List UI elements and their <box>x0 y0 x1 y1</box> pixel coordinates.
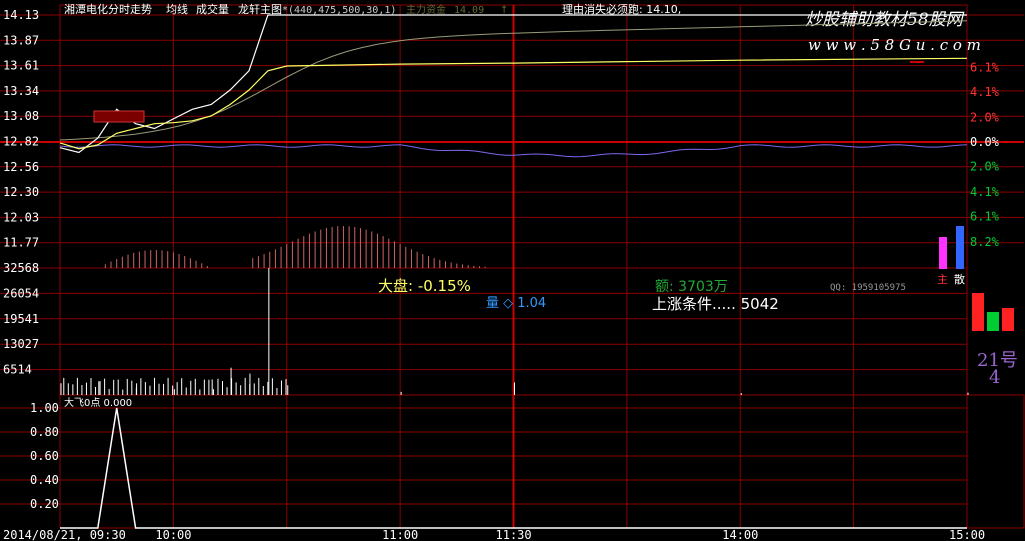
arrow-indicator: ↑ <box>500 5 508 16</box>
volume-axis: 32568 26054 19541 13027 6514 <box>3 261 39 377</box>
price-tick-label: 13.61 <box>3 59 39 73</box>
qty-text: 量 ◇ 1.04 <box>486 296 546 311</box>
price-tick-label: 12.30 <box>3 185 39 199</box>
green-bar <box>987 312 999 331</box>
pct-tick-label: 0.0% <box>970 135 1000 149</box>
number-4: 4 <box>989 367 1000 388</box>
main-fund-value: 14.09 <box>454 5 484 16</box>
volume-label: 成交量 <box>196 2 229 16</box>
price-tick-label: 13.34 <box>3 84 39 98</box>
time-start-label: 2014/08/21, 09:30 <box>3 528 126 541</box>
main-label: 主 <box>937 273 948 286</box>
grid <box>0 4 1025 529</box>
volume-tick-label: 6514 <box>3 363 32 377</box>
qq-text: QQ: 1959105975 <box>830 283 906 293</box>
volume-tick-label: 32568 <box>3 261 39 275</box>
header: 湘潭电化分时走势 均线 成交量 龙轩主图 *(440,475,500,30,1)… <box>64 2 681 16</box>
pct-tick-label: 6.1% <box>970 209 1000 223</box>
stock-chart-title: 湘潭电化分时走势 <box>64 2 152 16</box>
watermark-line1: 炒股辅助教材58股网 <box>805 10 965 30</box>
scatter-fund-bar <box>956 226 964 269</box>
amount-text: 额: 3703万 <box>655 279 728 295</box>
main-fund-label: 主力资金 <box>406 3 446 16</box>
indicator-params: *(440,475,500,30,1) <box>282 5 396 16</box>
sub-tick-label: 1.00 <box>30 401 59 415</box>
subchart-title: 大飞0点 0.000 <box>64 396 132 409</box>
price-tick-label: 12.03 <box>3 210 39 224</box>
red-bar-1 <box>972 293 984 331</box>
indicator-label: 龙轩主图 <box>238 2 282 16</box>
price-tick-label: 13.87 <box>3 33 39 47</box>
time-tick-label: 14:00 <box>722 528 758 541</box>
time-tick-label: 11:00 <box>382 528 418 541</box>
reason-text: 理由消失必须跑: 14.10, <box>562 2 681 16</box>
volume-tick-label: 26054 <box>3 286 39 300</box>
sub-tick-label: 0.40 <box>30 473 59 487</box>
time-axis: 2014/08/21, 09:30 10:00 11:00 11:30 14:00 15:… <box>3 528 985 541</box>
price-marker-box <box>93 110 145 123</box>
price-tick-label: 12.56 <box>3 160 39 174</box>
scatter-label: 散 <box>954 272 965 286</box>
condition-text: 上涨条件..... 5042 <box>652 295 779 313</box>
chart-stage: 湘潭电化分时走势 均线 成交量 龙轩主图 *(440,475,500,30,1)… <box>0 2 1025 541</box>
pct-tick-label: 4.1% <box>970 85 1000 99</box>
price-tick-label: 13.08 <box>3 109 39 123</box>
volume-tick-label: 19541 <box>3 312 39 326</box>
pct-tick-label: 6.1% <box>970 61 1000 75</box>
time-tick-label: 11:30 <box>496 528 532 541</box>
pct-tick-label: 4.1% <box>970 185 1000 199</box>
avg-label: 均线 <box>166 2 188 16</box>
market-text: 大盘: -0.15% <box>378 277 471 295</box>
pct-tick-label: 2.0% <box>970 111 1000 125</box>
sub-tick-label: 0.20 <box>30 497 59 511</box>
right-panel-frame <box>966 394 1025 529</box>
price-axis: 14.13 13.87 13.61 13.34 13.08 12.82 12.56 12.30… <box>3 8 39 250</box>
price-tick-label: 11.77 <box>3 236 39 250</box>
red-bar-2 <box>1002 308 1014 331</box>
time-tick-label: 15:00 <box>949 528 985 541</box>
pct-tick-label: 8.2% <box>970 235 1000 249</box>
volume-tick-label: 13027 <box>3 337 39 351</box>
price-tick-label: 14.13 <box>3 8 39 22</box>
right-panel: 主 散 21号 4 <box>910 61 1018 388</box>
watermark-line2: w w w . 5 8 G u . c o m <box>808 36 981 54</box>
grid-lines <box>0 5 1024 528</box>
time-tick-label: 10:00 <box>155 528 191 541</box>
pct-tick-label: 2.0% <box>970 159 1000 173</box>
sub-tick-label: 0.80 <box>30 425 59 439</box>
sub-axis: 1.00 0.80 0.60 0.40 0.20 <box>30 401 59 511</box>
pct-axis: 6.1% 4.1% 2.0% 0.0% 2.0% 4.1% 6.1% 8.2% <box>970 61 1000 249</box>
watermark: 炒股辅助教材58股网 w w w . 5 8 G u . c o m <box>805 10 981 54</box>
sub-tick-label: 0.60 <box>30 449 59 463</box>
main-fund-bar <box>939 237 947 269</box>
price-tick-label: 12.82 <box>3 135 39 149</box>
